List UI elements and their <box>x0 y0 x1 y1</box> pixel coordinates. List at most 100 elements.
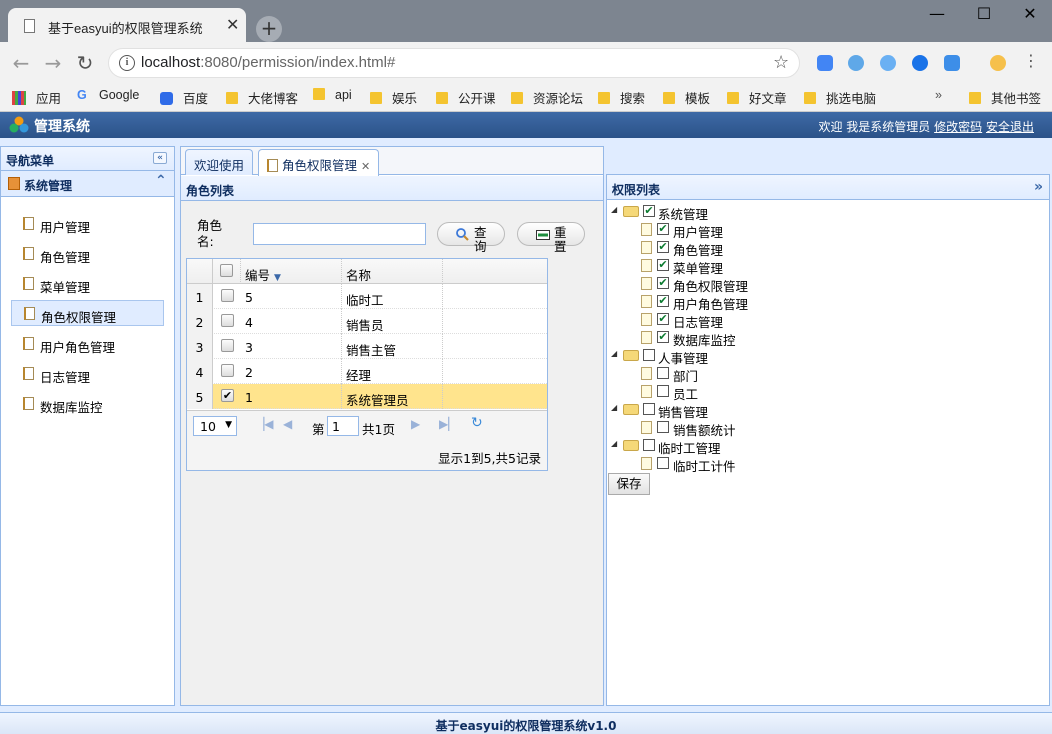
tree-checkbox[interactable]: ✔ <box>657 313 669 325</box>
extension-icon[interactable] <box>944 55 960 71</box>
bookmark-folder[interactable]: 公开课 <box>436 88 496 107</box>
last-page-icon[interactable]: ▶▏ <box>439 417 457 431</box>
expand-triangle-icon[interactable]: ◢ <box>611 205 617 214</box>
column-header-name[interactable]: 名称 <box>342 259 443 284</box>
bookmark-folder[interactable]: api <box>313 88 352 102</box>
tree-node-label: 数据库监控 <box>673 333 736 348</box>
tree-checkbox[interactable] <box>643 439 655 451</box>
extension-icon[interactable] <box>848 55 864 71</box>
refresh-icon[interactable]: ↻ <box>471 415 483 431</box>
logout-link[interactable]: 安全退出 <box>986 120 1034 134</box>
table-row[interactable]: 3 3 销售主管 <box>187 334 547 359</box>
bookmark-star-icon[interactable]: ☆ <box>773 52 789 73</box>
tree-checkbox[interactable]: ✔ <box>657 331 669 343</box>
tab-close-icon[interactable]: ✕ <box>226 15 239 34</box>
tree-checkbox[interactable] <box>643 349 655 361</box>
new-tab-button[interactable]: + <box>256 16 282 42</box>
back-arrow-icon[interactable]: ← <box>10 51 32 75</box>
row-checkbox[interactable] <box>221 314 234 327</box>
table-row[interactable]: 5 ✔ 1 系统管理员 <box>187 384 547 409</box>
folder-icon <box>969 92 981 104</box>
chevron-up-icon[interactable]: ⌃ <box>155 173 167 189</box>
bookmark-folder[interactable]: 挑选电脑 <box>804 88 876 107</box>
first-page-icon[interactable]: ▕◀ <box>255 417 273 431</box>
baidu-icon <box>160 92 173 105</box>
extension-icon[interactable] <box>912 55 928 71</box>
sidebar-item-db-monitor[interactable]: 数据库监控 <box>11 391 164 417</box>
query-button[interactable]: 查询 <box>437 222 505 254</box>
tree-checkbox[interactable]: ✔ <box>657 259 669 271</box>
bookmark-folder[interactable]: 大佬博客 <box>226 88 298 107</box>
row-checkbox[interactable] <box>221 339 234 352</box>
sidebar-item-label: 角色权限管理 <box>41 310 117 325</box>
bookmark-folder[interactable]: 搜索 <box>598 88 645 107</box>
tree-checkbox[interactable] <box>643 403 655 415</box>
tree-checkbox[interactable] <box>657 457 669 469</box>
bookmark-folder[interactable]: 模板 <box>663 88 710 107</box>
reset-button[interactable]: 重置 <box>517 222 585 254</box>
address-bar[interactable]: i localhost:8080/permission/index.html# … <box>108 48 800 78</box>
maximize-button[interactable]: ☐ <box>969 4 999 23</box>
tab-welcome[interactable]: 欢迎使用 <box>185 149 254 175</box>
collapse-icon[interactable]: « <box>153 152 167 164</box>
role-name-input[interactable] <box>253 223 426 245</box>
menu-kebab-icon[interactable]: ⋮ <box>1020 51 1042 70</box>
window-close-button[interactable]: ✕ <box>1015 4 1045 23</box>
page-size-select[interactable]: 10 ▼ <box>193 416 237 436</box>
bookmark-label: 其他书签 <box>991 92 1042 106</box>
column-header-id[interactable]: 编号 ▼ <box>241 259 342 284</box>
expand-triangle-icon[interactable]: ◢ <box>611 403 617 412</box>
sidebar-item-role[interactable]: 角色管理 <box>11 241 164 267</box>
accordion-header-system[interactable]: 系统管理 ⌃ <box>1 171 174 197</box>
bookmark-baidu[interactable]: 百度 <box>160 88 208 107</box>
bookmark-apps[interactable]: 应用 <box>12 88 61 107</box>
sidebar-item-user[interactable]: 用户管理 <box>11 211 164 237</box>
save-button[interactable]: 保存 <box>608 473 650 495</box>
bookmark-label: 资源论坛 <box>533 92 584 106</box>
site-info-icon[interactable]: i <box>119 55 135 71</box>
bookmark-label: 好文章 <box>749 92 787 106</box>
table-row[interactable]: 1 5 临时工 <box>187 284 547 309</box>
tree-checkbox[interactable]: ✔ <box>657 295 669 307</box>
extension-icon[interactable] <box>817 55 833 71</box>
expand-right-icon[interactable]: » <box>1034 179 1043 195</box>
bookmark-folder[interactable]: 好文章 <box>727 88 787 107</box>
tree-checkbox[interactable]: ✔ <box>643 205 655 217</box>
table-row[interactable]: 4 2 经理 <box>187 359 547 384</box>
tree-checkbox[interactable] <box>657 421 669 433</box>
tree-checkbox[interactable]: ✔ <box>657 277 669 289</box>
change-password-link[interactable]: 修改密码 <box>934 120 982 134</box>
select-all-checkbox[interactable] <box>220 264 233 277</box>
next-page-icon[interactable]: ▶ <box>411 417 420 431</box>
bookmark-google[interactable]: G Google <box>77 88 139 102</box>
table-row[interactable]: 2 4 销售员 <box>187 309 547 334</box>
page-number-input[interactable]: 1 <box>327 416 359 436</box>
sidebar-item-user-role[interactable]: 用户角色管理 <box>11 331 164 357</box>
expand-triangle-icon[interactable]: ◢ <box>611 349 617 358</box>
bookmark-folder[interactable]: 资源论坛 <box>511 88 583 107</box>
expand-triangle-icon[interactable]: ◢ <box>611 439 617 448</box>
row-checkbox[interactable]: ✔ <box>221 389 234 402</box>
bookmark-folder[interactable]: 娱乐 <box>370 88 417 107</box>
minimize-button[interactable]: — <box>922 4 952 23</box>
forward-arrow-icon[interactable]: → <box>42 51 64 75</box>
reload-icon[interactable]: ↻ <box>74 51 96 75</box>
tree-checkbox[interactable] <box>657 367 669 379</box>
tree-checkbox[interactable]: ✔ <box>657 223 669 235</box>
row-checkbox[interactable] <box>221 289 234 302</box>
sidebar-item-log[interactable]: 日志管理 <box>11 361 164 387</box>
sidebar-item-menu[interactable]: 菜单管理 <box>11 271 164 297</box>
tab-close-icon[interactable]: ✕ <box>361 160 370 173</box>
bookmark-other[interactable]: 其他书签 <box>969 88 1041 107</box>
browser-tab[interactable]: 基于easyui的权限管理系统 ✕ <box>8 8 246 42</box>
prev-page-icon[interactable]: ◀ <box>283 417 292 431</box>
tab-role-permission[interactable]: 角色权限管理 ✕ <box>258 149 380 176</box>
bookmarks-overflow-icon[interactable]: » <box>935 88 942 102</box>
tree-checkbox[interactable] <box>657 385 669 397</box>
extension-icon[interactable] <box>880 55 896 71</box>
row-checkbox[interactable] <box>221 364 234 377</box>
cell-id: 5 <box>241 284 342 309</box>
sidebar-item-role-permission[interactable]: 角色权限管理 <box>11 300 164 326</box>
profile-avatar[interactable] <box>990 55 1006 71</box>
tree-checkbox[interactable]: ✔ <box>657 241 669 253</box>
